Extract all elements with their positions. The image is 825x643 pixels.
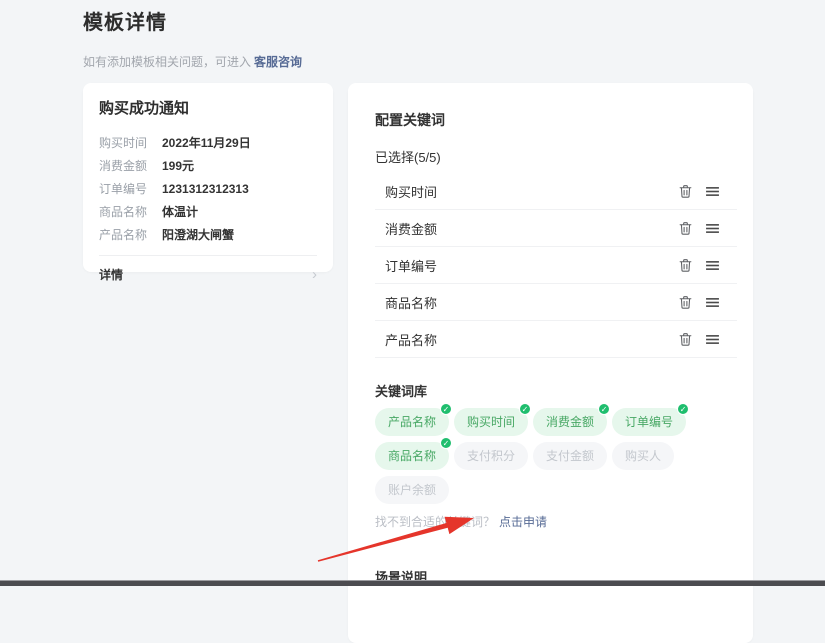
drag-handle-icon[interactable] [704,331,720,347]
keyword-label: 商品名称 [385,293,677,312]
row-icons [677,331,720,347]
field-label: 订单编号 [99,180,162,197]
detail-label: 详情 [99,266,123,283]
delete-icon[interactable] [677,183,693,199]
template-field-list: 购买时间2022年11月29日消费金额199元订单编号1231312312313… [99,131,317,246]
tag-label: 支付积分 [467,449,515,463]
selected-keyword-row: 消费金额 [375,210,737,247]
template-field-row: 产品名称阳澄湖大闸蟹 [99,223,317,246]
tag-label: 账户余额 [388,483,436,497]
keyword-tag[interactable]: 购买人 [612,442,674,470]
check-icon: ✓ [440,437,452,449]
field-value: 体温计 [162,203,198,220]
chevron-right-icon: › [312,269,317,281]
row-icons [677,183,720,199]
drag-handle-icon[interactable] [704,183,720,199]
template-field-row: 订单编号1231312312313 [99,177,317,200]
selected-keyword-row: 产品名称 [375,321,737,358]
tag-label: 支付金额 [546,449,594,463]
tag-label: 产品名称 [388,415,436,429]
field-value: 阳澄湖大闸蟹 [162,226,234,243]
selected-count-label: 已选择(5/5) [375,150,737,165]
delete-icon[interactable] [677,220,693,236]
subtitle-text: 如有添加模板相关问题，可进入 [83,55,251,69]
delete-icon[interactable] [677,294,693,310]
tag-label: 订单编号 [625,415,673,429]
apply-hint: 找不到合适的关键词？ 点击申请 [375,515,737,529]
delete-icon[interactable] [677,331,693,347]
bottom-scrollbar[interactable] [0,580,825,586]
check-icon: ✓ [677,403,689,415]
page-title: 模板详情 [0,0,825,35]
drag-handle-icon[interactable] [704,294,720,310]
field-label: 购买时间 [99,134,162,151]
tag-label: 商品名称 [388,449,436,463]
check-icon: ✓ [598,403,610,415]
field-label: 产品名称 [99,226,162,243]
keyword-tag[interactable]: 消费金额✓ [533,408,607,436]
keyword-tag[interactable]: 购买时间✓ [454,408,528,436]
keyword-label: 产品名称 [385,330,677,349]
page-subtitle: 如有添加模板相关问题，可进入客服咨询 [83,53,825,70]
check-icon: ✓ [519,403,531,415]
field-value: 199元 [162,157,194,174]
keyword-tag[interactable]: 订单编号✓ [612,408,686,436]
keyword-tag[interactable]: 商品名称✓ [375,442,449,470]
keyword-config-panel: 配置关键词 已选择(5/5) 购买时间消费金额订单编号商品名称产品名称 关键词库… [348,83,753,643]
field-label: 消费金额 [99,157,162,174]
delete-icon[interactable] [677,257,693,273]
keyword-library-title: 关键词库 [375,384,737,399]
field-value: 2022年11月29日 [162,134,251,151]
keyword-tag[interactable]: 支付积分 [454,442,528,470]
template-field-row: 购买时间2022年11月29日 [99,131,317,154]
keyword-tag[interactable]: 产品名称✓ [375,408,449,436]
tag-label: 购买时间 [467,415,515,429]
template-name: 购买成功通知 [99,100,317,117]
field-label: 商品名称 [99,203,162,220]
selected-keyword-list: 购买时间消费金额订单编号商品名称产品名称 [375,173,737,358]
keyword-tag[interactable]: 支付金额 [533,442,607,470]
row-icons [677,257,720,273]
template-field-row: 消费金额199元 [99,154,317,177]
selected-keyword-row: 订单编号 [375,247,737,284]
keyword-tag-list: 产品名称✓购买时间✓消费金额✓订单编号✓商品名称✓支付积分支付金额购买人账户余额 [375,404,709,504]
template-preview-card: 购买成功通知 购买时间2022年11月29日消费金额199元订单编号123131… [83,83,333,272]
drag-handle-icon[interactable] [704,257,720,273]
keyword-label: 购买时间 [385,182,677,201]
tag-label: 消费金额 [546,415,594,429]
drag-handle-icon[interactable] [704,220,720,236]
template-field-row: 商品名称体温计 [99,200,317,223]
selected-keyword-row: 商品名称 [375,284,737,321]
customer-service-link[interactable]: 客服咨询 [254,55,302,69]
keyword-label: 消费金额 [385,219,677,238]
tag-label: 购买人 [625,449,661,463]
keyword-tag[interactable]: 账户余额 [375,476,449,504]
apply-link[interactable]: 点击申请 [499,515,547,529]
detail-row[interactable]: 详情 › [99,255,317,283]
row-icons [677,220,720,236]
field-value: 1231312312313 [162,182,249,196]
row-icons [677,294,720,310]
selected-keyword-row: 购买时间 [375,173,737,210]
check-icon: ✓ [440,403,452,415]
keyword-label: 订单编号 [385,256,677,275]
config-panel-title: 配置关键词 [375,112,737,128]
apply-hint-text: 找不到合适的关键词？ [375,515,495,529]
